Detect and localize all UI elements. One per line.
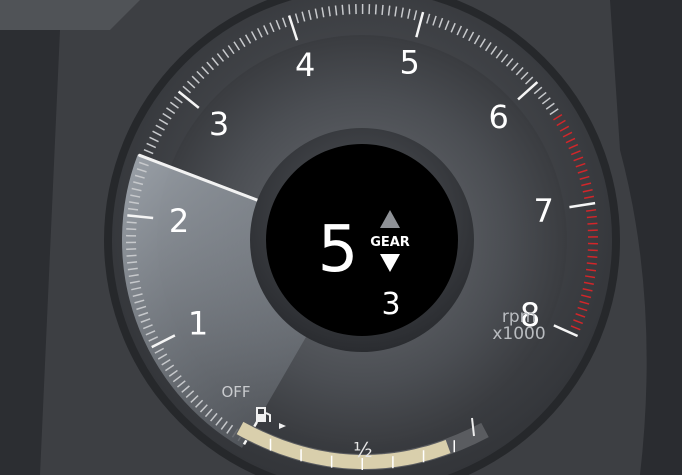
fuel-half-label: ½ xyxy=(353,438,372,462)
minor-tick xyxy=(587,255,598,259)
rpm-tick-label: 2 xyxy=(169,202,189,240)
off-label: OFF xyxy=(221,383,250,401)
minor-tick xyxy=(348,4,351,15)
gear-label: GEAR xyxy=(370,235,410,250)
minor-tick xyxy=(381,4,384,15)
minor-tick xyxy=(127,261,138,264)
rpm-multiplier-label: x1000 xyxy=(492,324,545,344)
tachometer-dial: 1234 5678 5 GEAR 3 rpm x1000 OFF ½ xyxy=(0,0,682,475)
rpm-tick-label: 5 xyxy=(399,43,419,81)
minor-tick xyxy=(586,215,597,219)
minor-tick xyxy=(587,222,598,225)
rpm-tick-label: 7 xyxy=(534,192,554,230)
minor-tick xyxy=(341,4,344,15)
rpm-tick-label: 1 xyxy=(188,305,208,343)
rpm-tick-label: 3 xyxy=(209,105,229,143)
minor-tick xyxy=(586,262,597,265)
minor-tick xyxy=(126,254,137,257)
recommended-gear: 3 xyxy=(381,287,400,322)
minor-tick xyxy=(126,221,137,224)
current-gear: 5 xyxy=(318,213,359,287)
gear-display xyxy=(266,144,458,336)
rpm-tick-label: 4 xyxy=(295,46,315,84)
minor-tick xyxy=(374,4,377,15)
rpm-tick-label: 6 xyxy=(489,98,509,136)
instrument-cluster: 12345678 5 GEAR 3 rpm x1000 OFF ½ xyxy=(0,0,682,475)
